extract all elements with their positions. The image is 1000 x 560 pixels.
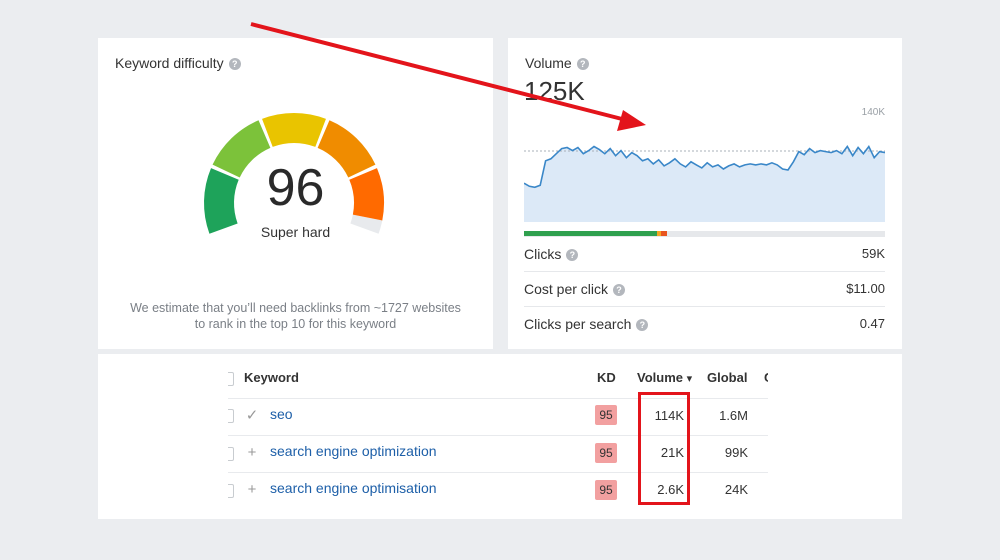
keyword-difficulty-title: Keyword difficulty? [115, 55, 241, 71]
select-all-checkbox[interactable] [228, 372, 234, 386]
volume-title-text: Volume [525, 55, 572, 71]
global-volume-cell: 24K [724, 482, 748, 497]
cost-per-click-value: $11.00 [846, 281, 885, 296]
volume-value: 125K [524, 76, 585, 106]
volume-header-text: Volume [637, 370, 683, 385]
backlinks-estimate-note: We estimate that you’ll need backlinks f… [98, 300, 493, 332]
kd-column-header[interactable]: KD [597, 370, 616, 385]
row-checkbox[interactable] [228, 409, 234, 423]
keyword-link[interactable]: search engine optimisation [270, 480, 437, 496]
keyword-difficulty-title-text: Keyword difficulty [115, 55, 224, 71]
clicks-per-search-value: 0.47 [859, 316, 885, 331]
help-icon[interactable]: ? [566, 249, 579, 261]
keyword-difficulty-card: Keyword difficulty? 96 Super hard We est… [98, 38, 493, 349]
cost-per-click-row: Cost per click? $11.00 [524, 271, 885, 307]
keyword-link[interactable]: search engine optimization [270, 443, 437, 459]
backlinks-note-line-2: to rank in the top 10 for this keyword [194, 317, 397, 331]
cost-per-click-label: Cost per click [524, 281, 609, 297]
volume-card: Volume? 125K 140K Clicks? 59K Cost per c… [508, 38, 902, 349]
clipped-column-header[interactable]: C [764, 370, 768, 385]
backlinks-note-line-1: We estimate that you’ll need backlinks f… [130, 301, 461, 315]
volume-column-header[interactable]: Volume ▾ [637, 370, 692, 385]
clicks-per-search-label: Clicks per search [524, 316, 632, 332]
difficulty-score: 96 [266, 159, 325, 217]
difficulty-rating: Super hard [260, 224, 331, 240]
sort-descending-icon: ▾ [686, 373, 693, 385]
gauge-segment [262, 113, 326, 147]
add-keyword-icon[interactable]: + [245, 482, 259, 497]
kd-badge: 95 [595, 405, 617, 425]
volume-trend-area [524, 146, 885, 222]
help-icon[interactable]: ? [576, 58, 589, 70]
volume-trend-chart[interactable] [524, 120, 885, 222]
row-checkbox[interactable] [228, 447, 234, 461]
volume-title: Volume? [525, 55, 589, 71]
kd-badge: 95 [595, 480, 617, 500]
clicks-value: 59K [861, 246, 885, 261]
global-column-header[interactable]: Global [707, 370, 747, 385]
clicks-row: Clicks? 59K [524, 236, 885, 272]
kd-badge: 95 [595, 443, 617, 463]
keyword-column-header[interactable]: Keyword [244, 370, 299, 385]
add-keyword-icon[interactable]: + [245, 445, 259, 460]
check-icon[interactable]: ✓ [245, 408, 259, 423]
clicks-label: Clicks [524, 246, 562, 262]
global-volume-cell: 99K [724, 445, 748, 460]
row-checkbox[interactable] [228, 484, 234, 498]
clicks-per-search-row: Clicks per search? 0.47 [524, 306, 885, 342]
help-icon[interactable]: ? [228, 58, 241, 70]
keyword-link[interactable]: seo [270, 406, 293, 422]
volume-axis-max-label: 140K [861, 107, 885, 118]
volume-highlight-box [638, 392, 690, 505]
help-icon[interactable]: ? [613, 284, 626, 296]
global-volume-cell: 1.6M [719, 408, 748, 423]
help-icon[interactable]: ? [636, 319, 649, 331]
keywords-table-card: Keyword KD Volume ▾ Global C ✓ seo 95 11… [98, 354, 902, 519]
